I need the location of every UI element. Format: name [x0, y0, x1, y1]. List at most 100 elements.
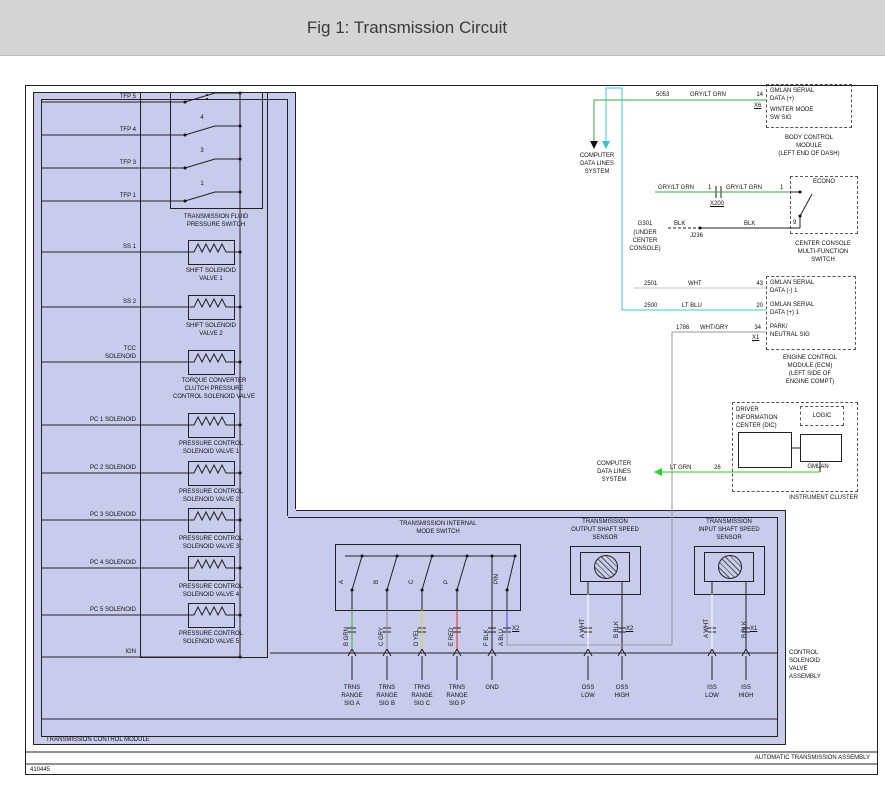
tcm-pin-trns-b: TRNS RANGE SIG B	[372, 684, 402, 708]
ecm-pin-gmlan-minus: GMLAN SERIAL DATA (-) 1	[770, 279, 852, 295]
pc-solenoid-2-label: PRESSURE CONTROL SOLENOID VALVE 2	[176, 488, 246, 504]
pin-label-tfp4: TFP 4	[60, 126, 136, 134]
dic-logic-label: LOGIC	[800, 412, 844, 420]
connector-label-x2-oss: X2	[626, 625, 640, 633]
contact-label-a: A	[338, 568, 346, 584]
pin-label-pc1: PC 1 SOLENOID	[60, 416, 136, 424]
color-blk-left: BLK	[674, 220, 690, 228]
bcm-pin-gmlan: GMLAN SERIAL DATA (+)	[770, 87, 850, 103]
tcc-solenoid-box	[188, 350, 235, 375]
instrument-cluster-label: INSTRUMENT CLUSTER	[768, 494, 858, 502]
color-wht-gry: WHT/GRY	[700, 324, 734, 332]
wire-label-yel: D YEL	[413, 606, 421, 646]
tcm-pin-trns-c: TRNS RANGE SIG C	[407, 684, 437, 708]
pin-label-ign: IGN	[60, 648, 136, 656]
splice-j236: J236	[690, 232, 710, 240]
pin-label-ss1: SS 1	[60, 243, 136, 251]
connector-label-x6: X6	[754, 102, 766, 110]
pc-solenoid-1-label: PRESSURE CONTROL SOLENOID VALVE 1	[176, 440, 246, 456]
circuit-1786: 1786	[676, 324, 696, 332]
page-title: Fig 1: Transmission Circuit	[0, 0, 814, 55]
iss-title: TRANSMISSION INPUT SHAFT SPEED SENSOR	[682, 518, 776, 542]
pc-solenoid-1-box	[188, 413, 235, 438]
color-gry-lt-grn-right: GRY/LT GRN	[726, 184, 768, 192]
pin-label-tfp3: TFP 3	[60, 159, 136, 167]
econo-module-label: CENTER CONSOLE MULTI-FUNCTION SWITCH	[786, 240, 860, 264]
pc-solenoid-3-label: PRESSURE CONTROL SOLENOID VALVE 3	[176, 535, 246, 551]
iss-wire-label-blk: B BLK	[741, 598, 749, 638]
wire-label-blk: F BLK	[483, 606, 491, 646]
tfp-switch-number-3: 3	[196, 147, 208, 155]
pc-solenoid-3-box	[188, 508, 235, 533]
ground-location: (UNDER CENTER CONSOLE)	[626, 229, 664, 253]
contact-label-c: C	[408, 568, 416, 584]
mode-switch-title: TRANSMISSION INTERNAL MODE SWITCH	[378, 520, 498, 536]
shift-solenoid-1-box	[188, 240, 235, 265]
pin-label-pc4: PC 4 SOLENOID	[60, 559, 136, 567]
tcm-pin-oss-high: OSS HIGH	[608, 684, 636, 700]
pin-label-tfp5: TFP 5	[60, 93, 136, 101]
ecm-pin-park-neutral: PARK/ NEUTRAL SIG	[770, 323, 852, 339]
tcm-pin-trns-p: TRNS RANGE SIG P	[442, 684, 472, 708]
figure-number: 410445	[30, 766, 90, 774]
dic-block	[738, 432, 792, 468]
pin-1-right: 1	[780, 184, 788, 192]
pc-solenoid-4-label: PRESSURE CONTROL SOLENOID VALVE 4	[176, 583, 246, 599]
tcm-pin-trns-a: TRNS RANGE SIG A	[337, 684, 367, 708]
pin-label-pc2: PC 2 SOLENOID	[60, 464, 136, 472]
wire-label-grn: B GRN	[343, 606, 351, 646]
circuit-5053: 5053	[656, 91, 676, 99]
data-lines-label-bottom: COMPUTER DATA LINES SYSTEM	[588, 460, 640, 484]
pin-label-pc5: PC 5 SOLENOID	[60, 606, 136, 614]
tcc-solenoid-label: TORQUE CONVERTER CLUTCH PRESSURE CONTROL…	[171, 377, 257, 401]
tfp-switch-number-1: 1	[196, 180, 208, 188]
tfp-switch-label: TRANSMISSION FLUID PRESSURE SWITCH	[166, 213, 266, 229]
color-lt-grn: LT GRN	[670, 464, 698, 472]
connector-label-x2-ims: X2	[512, 625, 526, 633]
connector-label-x1-iss: X1	[750, 625, 764, 633]
tcm-pin-iss-low: ISS LOW	[698, 684, 726, 700]
pc-solenoid-2-box	[188, 461, 235, 486]
color-gry-lt-grn-bcm: GRY/LT GRN	[690, 91, 732, 99]
econo-label: ECONO	[800, 178, 848, 186]
pin-43: 43	[750, 280, 763, 288]
shift-solenoid-1-label: SHIFT SOLENOID VALVE 1	[181, 267, 241, 283]
tcm-pin-gnd: GND	[478, 684, 506, 692]
wire-label-red: E RED	[448, 606, 456, 646]
connector-label-x1-ecm: X1	[752, 334, 764, 342]
oss-wire-label-blk: B BLK	[613, 598, 621, 638]
contact-label-p: P	[443, 568, 451, 584]
oss-sensor-coil-icon	[594, 555, 618, 579]
pin-label-tfp1: TFP 1	[60, 192, 136, 200]
wire-label-gry: C GRY	[378, 606, 386, 646]
csva-label: CONTROL SOLENOID VALVE ASSEMBLY	[789, 649, 843, 681]
pin-14: 14	[750, 91, 763, 99]
tcm-label: TRANSMISSION CONTROL MODULE	[46, 736, 196, 744]
ecm-label: ENGINE CONTROL MODULE (ECM) (LEFT SIDE O…	[766, 354, 854, 386]
pin-20: 20	[750, 302, 763, 310]
color-lt-blu: LT BLU	[682, 302, 708, 310]
iss-sensor-coil-icon	[718, 555, 742, 579]
ecm-pin-gmlan-plus: GMLAN SERIAL DATA (+) 1	[770, 301, 852, 317]
pin-label-ss2: SS 2	[60, 298, 136, 306]
title-bar: Fig 1: Transmission Circuit	[0, 0, 885, 56]
circuit-2500: 2500	[644, 302, 664, 310]
bcm-label: BODY CONTROL MODULE (LEFT END OF DASH)	[764, 134, 854, 158]
pin-9: 9	[793, 219, 801, 227]
pin-label-pc3: PC 3 SOLENOID	[60, 511, 136, 519]
pc-solenoid-5-box	[188, 603, 235, 628]
pin-label-tcc: TCC SOLENOID	[96, 345, 136, 361]
assembly-label: AUTOMATIC TRANSMISSION ASSEMBLY	[580, 754, 870, 762]
tfp-switch-box	[170, 92, 263, 209]
data-lines-label-top: COMPUTER DATA LINES SYSTEM	[574, 152, 620, 176]
iss-wire-label-wht: A WHT	[703, 598, 711, 638]
dic-gmlan-label: GMLAN	[794, 463, 842, 471]
pc-solenoid-5-label: PRESSURE CONTROL SOLENOID VALVE 5	[176, 630, 246, 646]
pin-34: 34	[748, 324, 761, 332]
pc-solenoid-4-box	[188, 556, 235, 581]
bcm-pin-winter: WINTER MODE SW SIG	[770, 106, 850, 122]
color-blk-right: BLK	[744, 220, 760, 228]
pin-26: 26	[714, 464, 726, 472]
color-wht: WHT	[688, 280, 710, 288]
shift-solenoid-2-label: SHIFT SOLENOID VALVE 2	[181, 322, 241, 338]
